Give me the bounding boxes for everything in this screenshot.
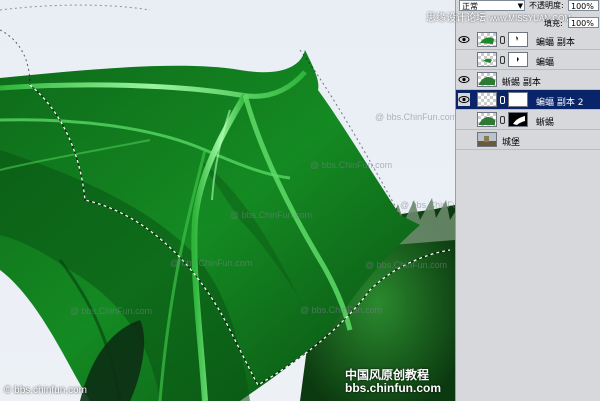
corner-watermark: © bbs.chinfun.com [4, 385, 87, 396]
watermark-text: @ bbs.ChinFun.com [170, 258, 253, 268]
layer-row-lizard-copy[interactable]: 蜥蜴 副本 [456, 70, 600, 90]
watermark-text: @ bbs.ChinFun.com [230, 210, 313, 220]
copyright-icon: © [4, 385, 12, 396]
watermark-text: @ bbs.ChinFun.com [300, 305, 383, 315]
watermark-text: @ bbs.ChinFun.com [70, 306, 153, 316]
layer-row-bat-copy-2[interactable]: 蝙蝠 副本 2 [456, 90, 600, 110]
document-canvas[interactable]: @ bbs.ChinFun.com @ bbs.ChinFun.com @ bb… [0, 0, 455, 401]
fill-input[interactable]: 100% [568, 17, 599, 28]
layer-thumbnail [477, 132, 497, 147]
link-icon [500, 56, 505, 64]
watermark-text: @ bbs.ChinFun.com [365, 260, 448, 270]
eye-off-icon[interactable] [458, 113, 470, 126]
layer-thumbnail [477, 52, 497, 67]
layer-name: 城堡 [502, 138, 521, 148]
layer-row-castle[interactable]: 城堡 [456, 130, 600, 150]
eye-icon[interactable] [458, 33, 470, 46]
layer-name: 蝙蝠 副本 2 [536, 98, 584, 108]
link-icon [500, 116, 505, 124]
dragon-wing-artwork [0, 4, 455, 401]
watermark-text: @ bbs.ChinFun.com [310, 160, 393, 170]
layer-mask-thumbnail [508, 92, 528, 107]
eye-off-icon[interactable] [458, 133, 470, 146]
layer-mask-thumbnail [508, 32, 528, 47]
footer-watermark-url: bbs.chinfun.com [345, 381, 441, 395]
layer-name: 蜥蜴 [536, 118, 555, 128]
layer-thumbnail [477, 92, 497, 107]
layer-thumbnail [477, 112, 497, 127]
watermark-text: @ bbs.ChinFun.com [400, 200, 455, 210]
layer-mask-thumbnail [508, 112, 528, 127]
layer-name: 蝙蝠 副本 [536, 38, 575, 48]
layer-name: 蜥蜴 副本 [502, 78, 541, 88]
link-icon [500, 96, 505, 104]
site-watermark: 思缘设计论坛 [426, 13, 486, 24]
watermark-text: @ bbs.ChinFun.com [375, 112, 455, 122]
eye-icon[interactable] [458, 93, 470, 106]
eye-icon[interactable] [458, 73, 470, 86]
opacity-input[interactable]: 100% [568, 0, 599, 11]
layer-row-bat-copy[interactable]: 蝙蝠 副本 [456, 30, 600, 50]
layers-panel: 正常 ▼ 不透明度: 100% 思缘设计论坛 www.MISSYUAN.COM … [426, 0, 600, 401]
fill-label: 填充: [544, 19, 563, 28]
corner-watermark-text: bbs.chinfun.com [14, 385, 87, 396]
layer-thumbnail [477, 32, 497, 47]
layer-mask-thumbnail [508, 52, 528, 67]
layer-row-lizard[interactable]: 蜥蜴 [456, 110, 600, 130]
link-icon [500, 36, 505, 44]
layer-thumbnail [477, 72, 497, 87]
layer-row-bat[interactable]: 蝙蝠 [456, 50, 600, 70]
layer-name: 蝙蝠 [536, 58, 555, 68]
eye-off-icon[interactable] [458, 53, 470, 66]
